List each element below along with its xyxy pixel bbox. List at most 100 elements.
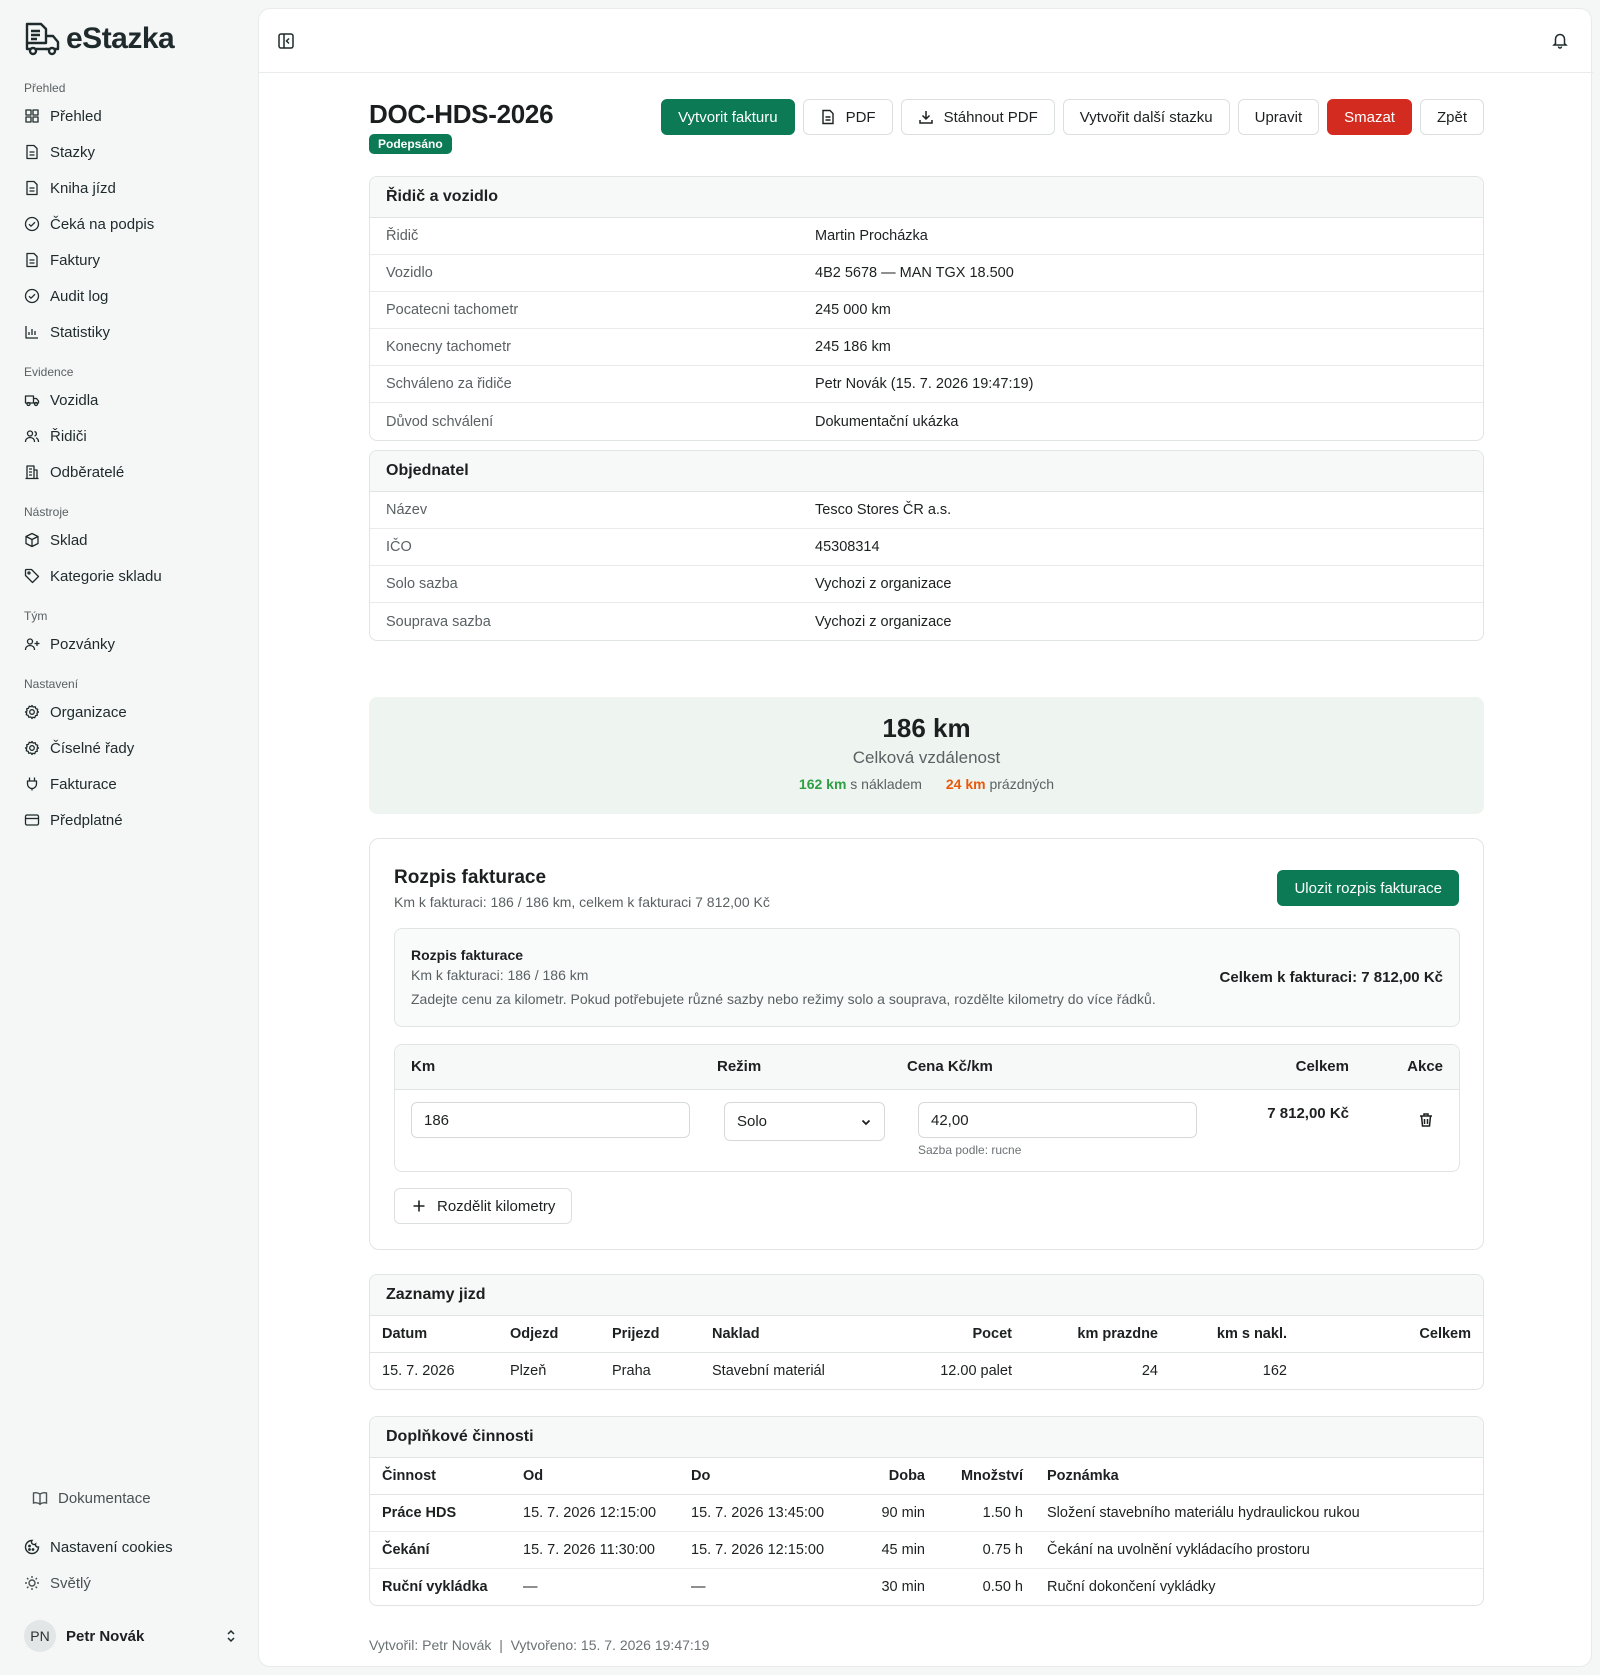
detail-label: Solo sazba (386, 576, 458, 592)
table-row: Čekání 15. 7. 2026 11:30:00 15. 7. 2026 12… (370, 1531, 1483, 1569)
sidebar-item-label: Kniha jízd (50, 179, 116, 197)
chevron-down-icon (861, 1119, 871, 1125)
distance-split: 162 km s nákladem 24 km prázdných (369, 776, 1484, 792)
table-cell: 15. 7. 2026 13:45:00 (679, 1494, 847, 1532)
nav-section-label: Evidence (24, 365, 74, 379)
trips-table: Datum Odjezd Prijezd Naklad Pocet km prazdne k… (370, 1316, 1483, 1389)
gear-icon (24, 740, 40, 756)
detail-label: Schváleno za řidiče (386, 376, 512, 392)
sidebar-item-label: Odběratelé (50, 463, 125, 481)
detail-row: Konecny tachometr 245 186 km (370, 329, 1483, 366)
bell-icon[interactable] (1551, 31, 1569, 49)
km-input[interactable]: 186 (411, 1102, 690, 1138)
detail-value: Dokumentační ukázka (815, 413, 959, 430)
detail-row: Souprava sazba Vychozi z organizace (370, 603, 1483, 640)
detail-row: Solo sazba Vychozi z organizace (370, 566, 1483, 603)
download-pdf-label: Stáhnout PDF (943, 108, 1038, 126)
sidebar-item[interactable]: Vozidla (0, 382, 258, 418)
col-actions: Akce (1407, 1058, 1443, 1075)
detail-row: Pocatecni tachometr 245 000 km (370, 292, 1483, 329)
mode-select[interactable]: Solo (724, 1102, 885, 1141)
theme-toggle[interactable]: Světlý (0, 1565, 258, 1601)
detail-value: 245 000 km (815, 302, 891, 318)
table-cell: Stavební materiál (712, 1362, 825, 1379)
split-km-button[interactable]: Rozdělit kilometry (394, 1188, 573, 1224)
split-km-label: Rozdělit kilometry (437, 1197, 556, 1215)
sidebar-item[interactable]: Předplatné (0, 802, 258, 838)
cookie-settings-label: Nastavení cookies (50, 1538, 173, 1556)
sidebar-item-label: Kategorie skladu (50, 567, 162, 585)
sidebar-item-label: Statistiky (50, 323, 111, 341)
truck-document-icon (25, 22, 60, 56)
table-cell: Plzeň (510, 1362, 547, 1379)
price-input[interactable]: 42,00 (918, 1102, 1197, 1138)
delete-button[interactable]: Smazat (1327, 99, 1412, 135)
info-hint: Zadejte cenu za kilometr. Pokud potřebuj… (411, 991, 1156, 1007)
customer-card: Objednatel Název Tesco Stores ČR a.s. IČO 4… (369, 450, 1484, 641)
sidebar-item-label: Fakturace (50, 775, 117, 793)
column-header: Celkem (1299, 1316, 1483, 1353)
billing-lines: Km Režim Cena Kč/km Celkem Akce 186 Solo… (394, 1044, 1460, 1172)
sidebar-item[interactable]: Stazky (0, 134, 258, 170)
sidebar-item[interactable]: Pozvánky (0, 626, 258, 662)
building-icon (25, 465, 39, 480)
detail-row: Důvod schválení Dokumentační ukázka (370, 403, 1483, 440)
user-name: Petr Novák (66, 1627, 145, 1645)
app-logo[interactable]: eStazka (24, 22, 175, 56)
user-menu[interactable]: PN Petr Novák (24, 1618, 238, 1654)
create-invoice-button[interactable]: Vytvorit fakturu (661, 99, 795, 135)
sun-icon (25, 1576, 39, 1590)
sidebar-toggle-icon[interactable] (277, 32, 295, 50)
sidebar-item[interactable]: Audit log (0, 278, 258, 314)
detail-label: Vozidlo (386, 265, 433, 281)
cookie-settings-link[interactable]: Nastavení cookies (0, 1529, 258, 1565)
sidebar-item[interactable]: Faktury (0, 242, 258, 278)
documentation-label: Dokumentace (58, 1489, 151, 1507)
file-icon (26, 252, 38, 268)
documentation-link[interactable]: Dokumentace (32, 1486, 151, 1510)
edit-button[interactable]: Upravit (1237, 99, 1320, 135)
column-header: km s nakl. (1170, 1316, 1299, 1353)
card-title: Doplňkové činnosti (370, 1417, 1483, 1458)
billing-info-box: Rozpis fakturace Km k fakturaci: 186 / 1… (394, 928, 1460, 1027)
table-cell: Práce HDS (370, 1494, 511, 1532)
gear-icon (24, 704, 40, 720)
sidebar-item[interactable]: Sklad (0, 522, 258, 558)
sidebar-item[interactable]: Čeká na podpis (0, 206, 258, 242)
sidebar-item-label: Faktury (50, 251, 101, 269)
sidebar-item[interactable]: Řidiči (0, 418, 258, 454)
column-header: Doba (847, 1458, 937, 1495)
sidebar-item[interactable]: Fakturace (0, 766, 258, 802)
save-billing-button[interactable]: Ulozit rozpis fakturace (1277, 870, 1459, 906)
sidebar-item[interactable]: Kniha jízd (0, 170, 258, 206)
column-header: Naklad (700, 1316, 900, 1353)
sidebar: eStazka Přehled Přehled Stazky Kniha jízd Če… (0, 0, 258, 1675)
create-next-button[interactable]: Vytvořit další stazku (1062, 99, 1230, 135)
users-icon (24, 430, 40, 443)
detail-row: IČO 45308314 (370, 529, 1483, 566)
sidebar-item[interactable]: Číselné řady (0, 730, 258, 766)
sidebar-item[interactable]: Organizace (0, 694, 258, 730)
table-cell: — (691, 1578, 706, 1595)
table-cell: 0.50 h (982, 1578, 1023, 1595)
column-header: km prazdne (1024, 1316, 1170, 1353)
billing-subtitle: Km k fakturaci: 186 / 186 km, celkem k f… (394, 894, 770, 910)
table-cell (1299, 1352, 1483, 1389)
sidebar-item[interactable]: Kategorie skladu (0, 558, 258, 594)
theme-label: Světlý (50, 1574, 91, 1592)
nav-section-label: Tým (24, 609, 48, 623)
table-cell: Ruční vykládka (382, 1578, 488, 1595)
billing-lines-header: Km Režim Cena Kč/km Celkem Akce (395, 1045, 1459, 1090)
back-button[interactable]: Zpět (1419, 99, 1484, 135)
trash-icon[interactable] (1417, 1111, 1435, 1129)
sidebar-item[interactable]: Odběratelé (0, 454, 258, 490)
pdf-button[interactable]: PDF (802, 99, 893, 135)
sidebar-item[interactable]: Statistiky (0, 314, 258, 350)
detail-label: Souprava sazba (386, 613, 491, 630)
table-cell: Praha (612, 1362, 651, 1379)
app-name: eStazka (66, 22, 175, 55)
download-pdf-button[interactable]: Stáhnout PDF (900, 99, 1055, 135)
sidebar-item[interactable]: Přehled (0, 98, 258, 134)
book-icon (32, 1491, 48, 1506)
sidebar-item-label: Organizace (50, 703, 127, 721)
